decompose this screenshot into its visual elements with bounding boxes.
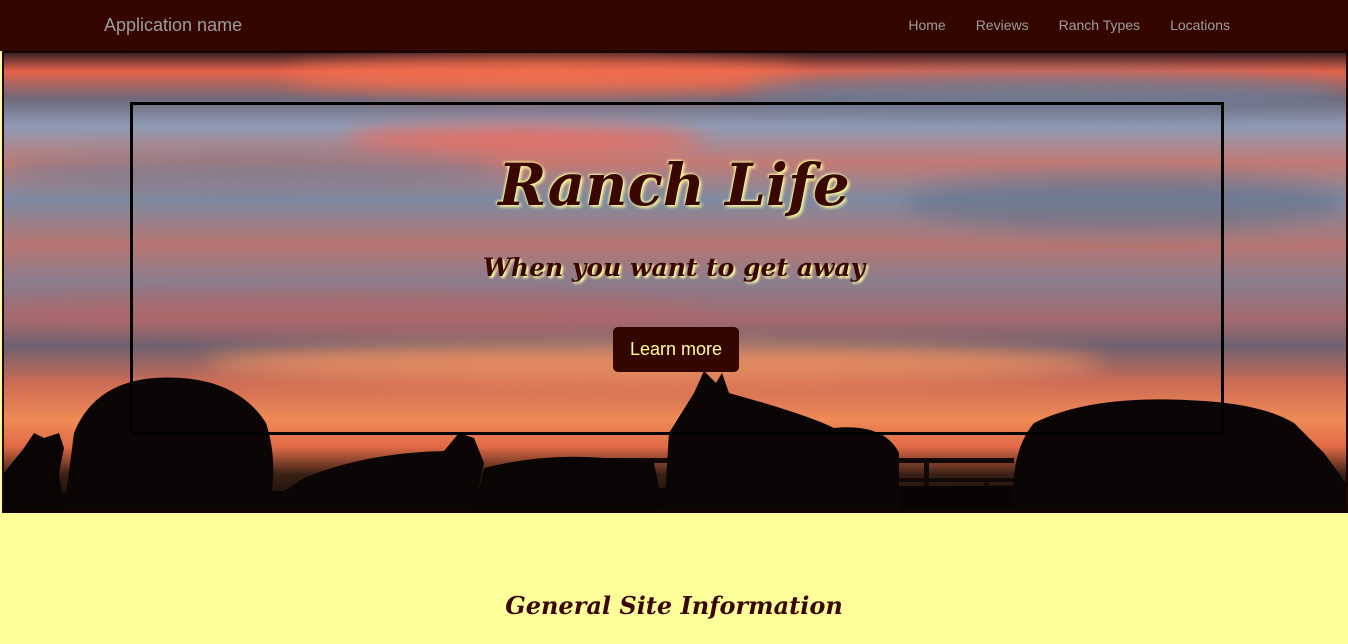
section-title: General Site Information [505, 591, 843, 620]
learn-more-button[interactable]: Learn more [613, 327, 739, 372]
nav-link-reviews[interactable]: Reviews [961, 0, 1044, 50]
hero-subtitle: When you want to get away [482, 253, 866, 282]
nav-link-ranch-types[interactable]: Ranch Types [1044, 0, 1155, 50]
nav-link-home[interactable]: Home [893, 0, 960, 50]
nav-menu: Home Reviews Ranch Types Locations [893, 0, 1245, 50]
hero-title: Ranch Life [498, 151, 850, 219]
navbar: Application name Home Reviews Ranch Type… [0, 0, 1348, 51]
brand-link[interactable]: Application name [104, 13, 242, 37]
nav-link-locations[interactable]: Locations [1155, 0, 1245, 50]
